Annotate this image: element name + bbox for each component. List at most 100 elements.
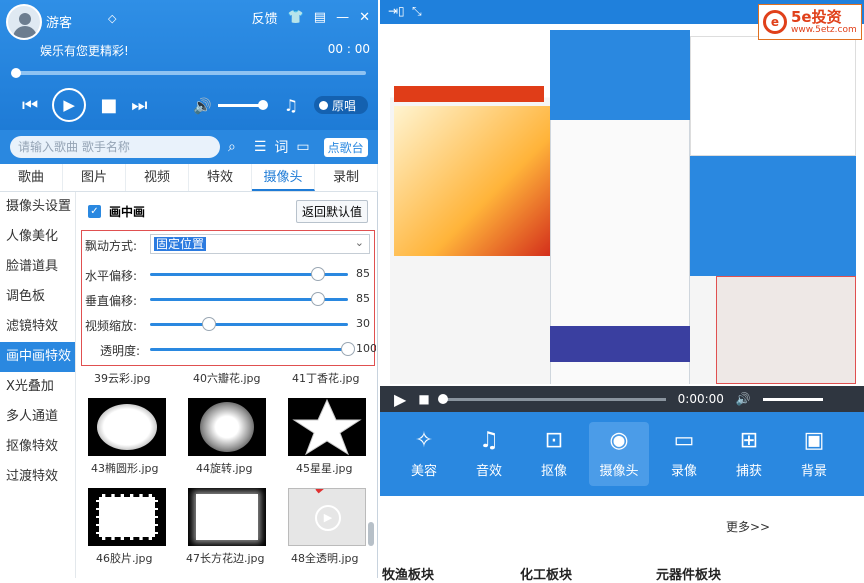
sidebar-item-beauty[interactable]: 人像美化: [0, 222, 75, 252]
opacity-knob[interactable]: [341, 342, 355, 356]
search-icon[interactable]: ⌕: [228, 139, 236, 155]
effect-caption: 39云彩.jpg: [94, 372, 151, 385]
volume-control: 🔊 ♫: [193, 96, 298, 115]
effect-thumb-rect-lace[interactable]: [188, 488, 266, 546]
video-progress[interactable]: [437, 393, 666, 404]
stop-icon[interactable]: ■: [100, 95, 117, 116]
effect-thumb-ellipse[interactable]: [88, 398, 166, 456]
search-input[interactable]: 请输入歌曲 歌手名称: [10, 136, 220, 158]
close-icon[interactable]: ✕: [359, 10, 370, 25]
play-icon: ▶: [315, 505, 341, 531]
playlist-icon[interactable]: ♫: [284, 96, 298, 115]
tv-icon[interactable]: ▭: [296, 139, 309, 155]
sidebar-item-filters[interactable]: 滤镜特效: [0, 312, 75, 342]
video-stop-icon[interactable]: ■: [418, 392, 429, 406]
pip-checkbox[interactable]: ✓: [88, 205, 101, 218]
effect-caption: 43椭圆形.jpg: [91, 462, 159, 475]
effects-scrollbar[interactable]: [368, 522, 374, 546]
tab-video[interactable]: 视频: [126, 164, 189, 191]
username[interactable]: 游客: [46, 12, 72, 31]
effect-thumb-spiral[interactable]: [188, 398, 266, 456]
pip-toggle[interactable]: ✓ 画中画: [88, 203, 145, 220]
opacity-label-text: 透明度:: [100, 344, 141, 358]
original-sound-toggle[interactable]: 原唱: [314, 96, 368, 114]
v-offset-knob[interactable]: [311, 292, 326, 306]
video-camera-icon: ▭: [673, 427, 695, 453]
reset-button[interactable]: 返回默认值: [295, 200, 368, 223]
preview-window: ⇥▯ ⤡ ▶ ■ 0:00:00 🔊 ✧ 美容 ♫ 音效 ⊡ 抠像 ◉ 摄像头 ▭ 录像 …: [380, 0, 864, 583]
sidebar-item-palette[interactable]: 调色板: [0, 282, 75, 312]
equalizer-icon[interactable]: ☰: [254, 139, 267, 155]
sidebar-item-keying[interactable]: 抠像特效: [0, 432, 75, 462]
zoom-knob[interactable]: [202, 317, 217, 331]
sidebar-item-pip[interactable]: 画中画特效: [0, 342, 75, 372]
lyrics-button[interactable]: 词: [274, 137, 288, 157]
tool-record[interactable]: ▭ 录像: [654, 422, 714, 486]
sidebar-item-camera-settings[interactable]: 摄像头设置: [0, 192, 75, 222]
minimize-icon[interactable]: —: [336, 10, 349, 25]
motion-select[interactable]: 固定位置 ⌄: [150, 234, 370, 254]
tab-camera[interactable]: 摄像头: [252, 164, 315, 191]
tab-songs[interactable]: 歌曲: [0, 164, 63, 191]
effect-thumb-transparent[interactable]: ▶: [288, 488, 366, 546]
sidebar-item-face-props[interactable]: 脸谱道具: [0, 252, 75, 282]
h-offset-label: 水平偏移:: [85, 267, 137, 284]
video-volume-slider[interactable]: [762, 397, 823, 401]
pin-icon[interactable]: ⇥▯: [388, 4, 405, 18]
tab-effects[interactable]: 特效: [189, 164, 252, 191]
camera-preview: [390, 26, 856, 384]
opacity-slider[interactable]: [150, 342, 355, 356]
play-button[interactable]: ▶: [52, 88, 87, 122]
feedback-link[interactable]: 反馈: [252, 8, 278, 27]
next-icon[interactable]: ⏭: [131, 95, 147, 116]
diamond-icon[interactable]: ◇: [108, 12, 116, 25]
title-bar-controls: 反馈 👕 ▤ — ✕: [252, 8, 370, 27]
effect-thumb-film[interactable]: [88, 488, 166, 546]
v-offset-slider[interactable]: [150, 292, 348, 306]
slogan: 娱乐有您更精彩!: [40, 44, 129, 58]
fullscreen-icon[interactable]: ⤡: [412, 4, 422, 19]
volume-icon[interactable]: 🔊: [193, 97, 212, 115]
video-volume-icon[interactable]: 🔊: [736, 392, 751, 406]
tool-sound[interactable]: ♫ 音效: [459, 422, 519, 486]
effect-caption: 41丁香花.jpg: [292, 372, 360, 385]
volume-slider[interactable]: [217, 100, 268, 110]
sidebar-item-multi-channel[interactable]: 多人通道: [0, 402, 75, 432]
sidebar-item-xray[interactable]: X光叠加: [0, 372, 75, 402]
tool-background[interactable]: ▣ 背景: [784, 422, 844, 486]
tool-bar: ✧ 美容 ♫ 音效 ⊡ 抠像 ◉ 摄像头 ▭ 录像 ⊞ 捕获 ▣ 背景: [380, 412, 864, 496]
tool-beauty[interactable]: ✧ 美容: [394, 422, 454, 486]
effect-caption: 47长方花边.jpg: [186, 552, 265, 565]
section-title[interactable]: 化工板块: [520, 564, 572, 583]
zoom-label: 视频缩放:: [85, 317, 137, 334]
h-offset-label-text: 水平偏移:: [85, 269, 138, 283]
h-offset-slider[interactable]: [150, 267, 348, 281]
tool-camera[interactable]: ◉ 摄像头: [589, 422, 649, 486]
sidebar-item-transition[interactable]: 过渡特效: [0, 462, 75, 492]
progress-bar[interactable]: [11, 68, 366, 78]
previous-icon[interactable]: ⏮: [22, 95, 38, 116]
menu-icon[interactable]: ▤: [314, 10, 326, 25]
section-title[interactable]: 牧渔板块: [382, 564, 434, 583]
skin-icon[interactable]: 👕: [288, 10, 304, 25]
progress-knob[interactable]: [11, 68, 21, 78]
brand-logo: e 5e投资 www.5etz.com: [758, 4, 862, 40]
tool-keying[interactable]: ⊡ 抠像: [524, 422, 584, 486]
tool-record-label: 录像: [670, 463, 697, 479]
logo-emblem-icon: e: [763, 10, 787, 34]
video-play-icon[interactable]: ▶: [394, 390, 406, 409]
chevron-down-icon[interactable]: ⌄: [355, 236, 364, 249]
h-offset-knob[interactable]: [311, 267, 326, 281]
tool-capture[interactable]: ⊞ 捕获: [719, 422, 779, 486]
zoom-slider[interactable]: [150, 317, 348, 331]
effect-thumb-star[interactable]: [288, 398, 366, 456]
more-link[interactable]: 更多>>: [726, 518, 770, 535]
section-title[interactable]: 元器件板块: [656, 564, 721, 583]
tab-images[interactable]: 图片: [63, 164, 126, 191]
play-time: 00 : 00: [327, 42, 370, 56]
point-stage-button[interactable]: 点歌台: [323, 137, 368, 157]
avatar[interactable]: [6, 4, 42, 40]
tab-record[interactable]: 录制: [315, 164, 378, 191]
h-offset-value: 85: [356, 267, 370, 280]
webpage-bottom: 更多>> 牧渔板块 化工板块 元器件板块: [380, 500, 864, 583]
